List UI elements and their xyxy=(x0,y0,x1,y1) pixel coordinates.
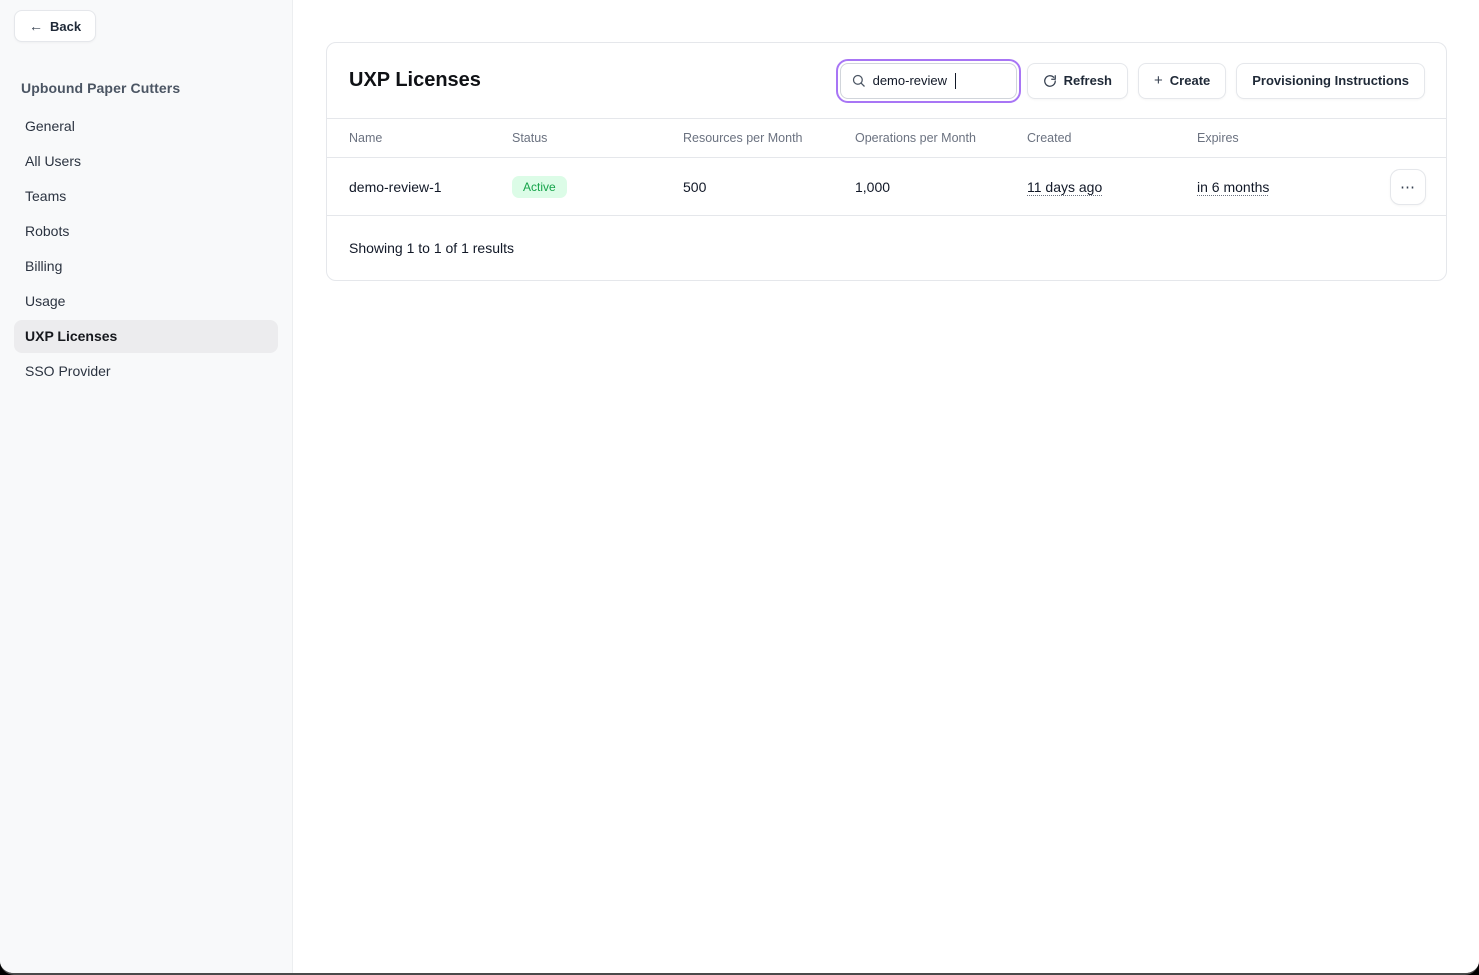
sidebar-item-usage[interactable]: Usage xyxy=(14,285,278,318)
column-header-status: Status xyxy=(512,131,683,145)
search-input[interactable]: demo-review xyxy=(840,63,1017,99)
column-header-expires: Expires xyxy=(1197,131,1367,145)
settings-window: ← Back Upbound Paper Cutters General All… xyxy=(0,0,1479,975)
sidebar-item-sso-provider[interactable]: SSO Provider xyxy=(14,355,278,388)
refresh-button[interactable]: Refresh xyxy=(1027,63,1128,99)
refresh-button-label: Refresh xyxy=(1064,73,1112,88)
created-value: 11 days ago xyxy=(1027,179,1197,195)
table-header-row: Name Status Resources per Month Operatio… xyxy=(327,119,1446,158)
back-button-label: Back xyxy=(50,19,81,34)
sidebar-item-robots[interactable]: Robots xyxy=(14,215,278,248)
results-summary: Showing 1 to 1 of 1 results xyxy=(349,240,514,256)
search-icon xyxy=(851,73,866,88)
expires-value: in 6 months xyxy=(1197,179,1367,195)
plus-icon: + xyxy=(1154,72,1163,89)
provisioning-instructions-button[interactable]: Provisioning Instructions xyxy=(1236,63,1425,99)
refresh-icon xyxy=(1043,74,1057,88)
sidebar: ← Back Upbound Paper Cutters General All… xyxy=(0,0,293,973)
card-header: UXP Licenses demo-review xyxy=(327,43,1446,119)
card-footer: Showing 1 to 1 of 1 results xyxy=(327,216,1446,280)
resources-per-month-value: 500 xyxy=(683,179,855,195)
sidebar-item-teams[interactable]: Teams xyxy=(14,180,278,213)
table-row: demo-review-1 Active 500 1,000 11 days a… xyxy=(327,158,1446,216)
uxp-licenses-card: UXP Licenses demo-review xyxy=(326,42,1447,281)
created-relative-time: 11 days ago xyxy=(1027,179,1102,195)
sidebar-item-billing[interactable]: Billing xyxy=(14,250,278,283)
create-button-label: Create xyxy=(1170,73,1210,88)
create-button[interactable]: + Create xyxy=(1138,63,1226,99)
column-header-operations: Operations per Month xyxy=(855,131,1027,145)
provisioning-instructions-label: Provisioning Instructions xyxy=(1252,73,1409,88)
ellipsis-icon: ⋯ xyxy=(1400,178,1416,196)
column-header-resources: Resources per Month xyxy=(683,131,855,145)
sidebar-item-general[interactable]: General xyxy=(14,110,278,143)
back-arrow-icon: ← xyxy=(29,18,43,34)
sidebar-item-all-users[interactable]: All Users xyxy=(14,145,278,178)
operations-per-month-value: 1,000 xyxy=(855,179,1027,195)
page-title: UXP Licenses xyxy=(349,69,481,92)
header-controls: demo-review Refresh + Create xyxy=(840,63,1425,99)
status-badge: Active xyxy=(512,176,567,198)
main-content: UXP Licenses demo-review xyxy=(293,0,1479,973)
expires-relative-time: in 6 months xyxy=(1197,179,1269,195)
sidebar-item-uxp-licenses[interactable]: UXP Licenses xyxy=(14,320,278,353)
license-name: demo-review-1 xyxy=(349,179,512,195)
organization-title: Upbound Paper Cutters xyxy=(21,80,271,96)
column-header-created: Created xyxy=(1027,131,1197,145)
text-caret xyxy=(955,73,956,89)
column-header-name: Name xyxy=(349,131,512,145)
search-input-value: demo-review xyxy=(873,73,947,88)
row-actions-menu-button[interactable]: ⋯ xyxy=(1390,169,1426,205)
status-cell: Active xyxy=(512,176,683,198)
back-button[interactable]: ← Back xyxy=(14,10,96,42)
row-actions-cell: ⋯ xyxy=(1390,169,1446,205)
